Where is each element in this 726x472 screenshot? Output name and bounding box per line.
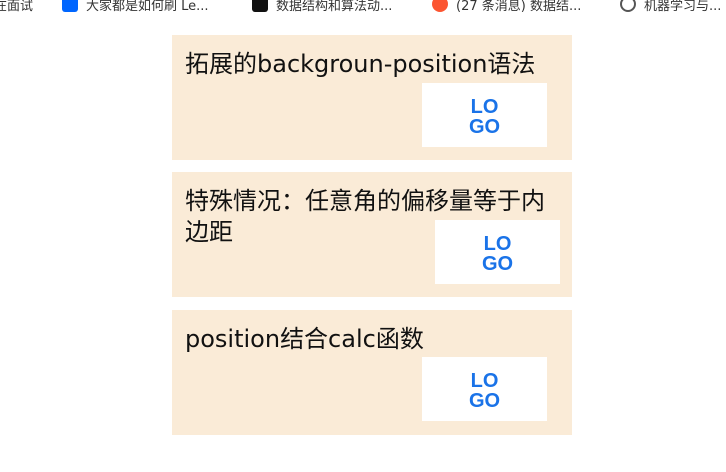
card-title: position结合calc函数 xyxy=(185,325,424,353)
logo-icon: LO GO xyxy=(482,233,513,275)
svg-text:GO: GO xyxy=(469,116,500,138)
logo-icon: LO GO xyxy=(469,370,500,412)
folder-icon xyxy=(620,0,636,12)
logo-image: LO GO xyxy=(422,357,547,421)
svg-text:LO: LO xyxy=(471,370,499,392)
svg-text:LO: LO xyxy=(484,233,512,255)
bookmarks-bar: 在面试 大家都是如何刷 Le... 数据结构和算法动... (27 条消息) 数… xyxy=(0,0,726,14)
demo-card-3: position结合calc函数 LO GO xyxy=(172,310,572,435)
demo-card-2: 特殊情况：任意角的偏移量等于内边距 LO GO xyxy=(172,172,572,297)
logo-image: LO GO xyxy=(422,83,547,147)
bookmark-label: (27 条消息) 数据结... xyxy=(456,0,582,14)
svg-text:GO: GO xyxy=(482,253,513,275)
bookmark-label: 大家都是如何刷 Le... xyxy=(86,0,209,14)
bookmark-item[interactable]: 大家都是如何刷 Le... xyxy=(62,0,209,14)
logo-image: LO GO xyxy=(435,220,560,284)
logo-icon: LO GO xyxy=(469,96,500,138)
demo-card-1: 拓展的backgroun-position语法 LO GO xyxy=(172,35,572,160)
black-square-icon xyxy=(252,0,268,12)
csdn-icon xyxy=(432,0,448,12)
zhihu-icon xyxy=(62,0,78,12)
bookmark-item[interactable]: 在面试 xyxy=(0,0,33,14)
svg-text:LO: LO xyxy=(471,96,499,118)
bookmark-item[interactable]: (27 条消息) 数据结... xyxy=(432,0,581,14)
bookmark-item[interactable]: 数据结构和算法动... xyxy=(252,0,392,14)
card-title: 拓展的backgroun-position语法 xyxy=(185,50,536,78)
bookmark-label: 机器学习与... xyxy=(644,0,722,14)
svg-text:GO: GO xyxy=(469,390,500,412)
bookmark-item[interactable]: 机器学习与... xyxy=(620,0,721,14)
bookmark-label: 在面试 xyxy=(0,0,34,14)
bookmark-label: 数据结构和算法动... xyxy=(276,0,393,14)
